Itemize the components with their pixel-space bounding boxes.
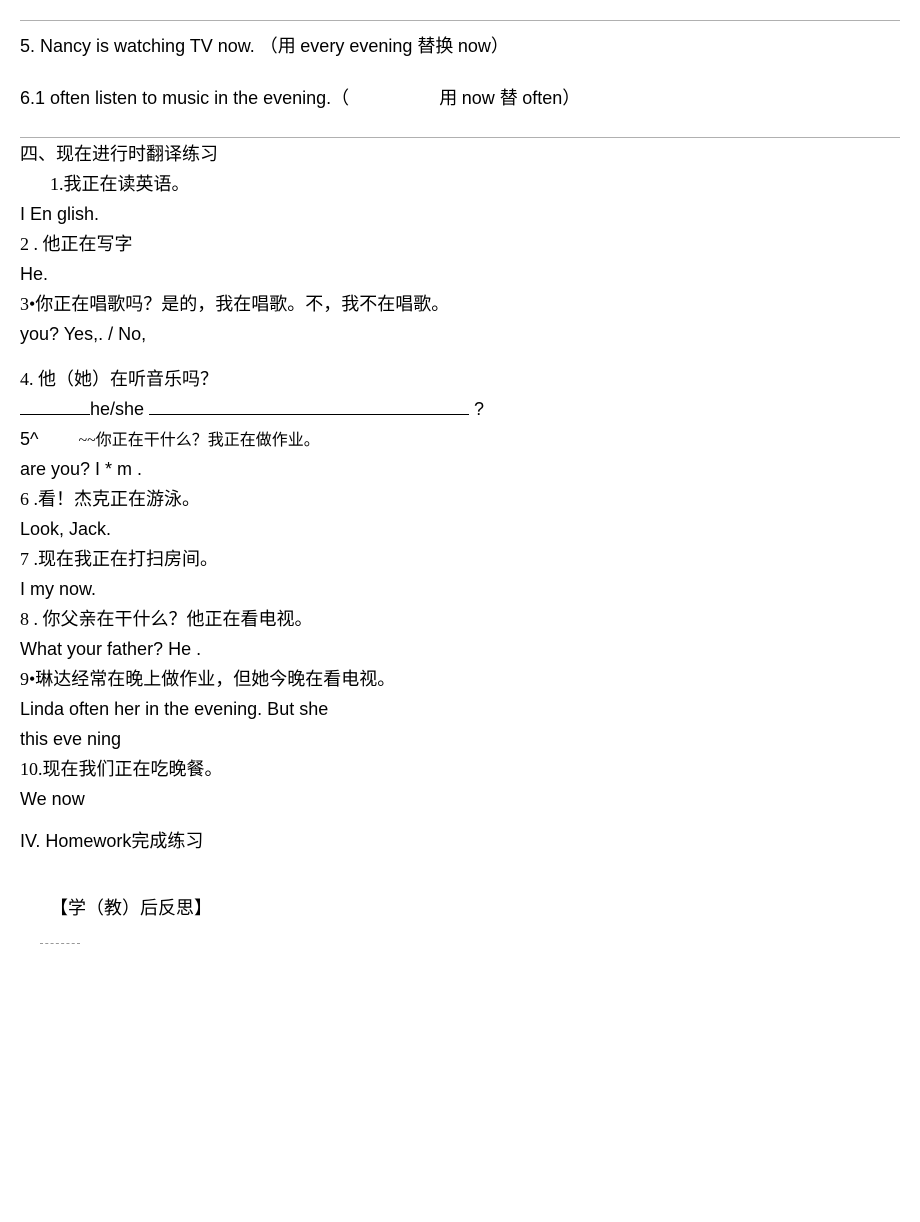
question-6: 6.1 often listen to music in the evening… [20,85,900,112]
q5-cn2: 替换 [417,36,458,56]
t8-cn: 8 . 你父亲在干什么？他正在看电视。 [20,606,900,633]
section4-title: 四、现在进行时翻译练习 [20,141,900,168]
q5-en1: 5. Nancy is watching TV now. [20,36,260,56]
t10-cn: 10.现在我们正在吃晚餐。 [20,756,900,783]
q6-en2: now [462,88,500,108]
t4-blank-2 [149,414,469,415]
question-5: 5. Nancy is watching TV now. （用 every ev… [20,33,900,60]
t5-row: 5^ ~~你正在干什么？我正在做作业。 [20,426,900,453]
t3-en: you? Yes,. / No, [20,321,900,348]
q6-en3: often） [522,88,580,108]
dash-line [40,943,80,944]
t1-en: I En glish. [20,201,900,228]
t2-en: He. [20,261,900,288]
separator-top [20,20,900,21]
t9-en1: Linda often her in the evening. But she [20,696,900,723]
t7-en: I my now. [20,576,900,603]
t2-cn: 2 . 他正在写字 [20,231,900,258]
homework: IV. Homework完成练习 [20,828,900,855]
t4-cn: 4. 他（她）在听音乐吗？ [20,366,900,393]
t4-en: he/she ? [20,396,900,423]
q6-cn2: 替 [500,88,523,108]
q5-en2: every evening [300,36,417,56]
q5-cn1: （用 [260,36,301,56]
q6-en1: 6.1 often listen to music in the evening… [20,88,349,108]
t4-blank-1 [20,414,90,415]
t9-cn: 9•琳达经常在晚上做作业，但她今晚在看电视。 [20,666,900,693]
separator-mid [20,137,900,138]
t3-cn: 3•你正在唱歌吗？是的，我在唱歌。不，我不在唱歌。 [20,291,900,318]
t6-en: Look, Jack. [20,516,900,543]
t4-en-mid: he/she [90,399,149,419]
t7-cn: 7 .现在我正在打扫房间。 [20,546,900,573]
t10-en: We now [20,786,900,813]
t5-cn: ~~你正在干什么？我正在做作业。 [78,429,319,453]
t5-label: 5^ [20,426,38,453]
t5-en: are you? I * m . [20,456,900,483]
reflection: 【学（教）后反思】 [20,895,900,922]
q6-cn1: 用 [439,88,462,108]
t9-en2: this eve ning [20,726,900,753]
t6-cn: 6 .看！杰克正在游泳。 [20,486,900,513]
t4-en-q: ? [469,399,484,419]
t8-en: What your father? He . [20,636,900,663]
t1-cn: 1.我正在读英语。 [20,171,900,198]
q5-en3: now） [458,36,509,56]
